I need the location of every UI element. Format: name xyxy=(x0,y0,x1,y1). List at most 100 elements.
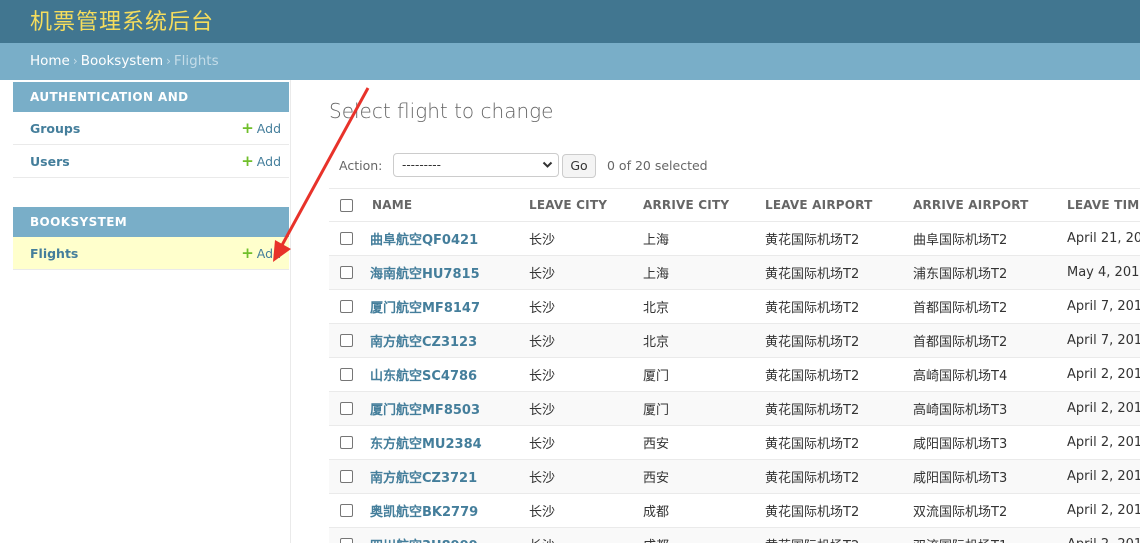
sidebar-item-label[interactable]: Groups xyxy=(30,112,80,145)
flight-name-link[interactable]: 曲阜航空QF0421 xyxy=(361,222,529,256)
row-checkbox-cell[interactable] xyxy=(329,426,361,460)
arrive-airport: 咸阳国际机场T3 xyxy=(913,471,1008,486)
column-header-leave-city[interactable]: LEAVE CITY xyxy=(529,189,643,222)
flight-name-link[interactable]: 奥凯航空BK2779 xyxy=(361,494,529,528)
flight-name-link[interactable]: 南方航空CZ3721 xyxy=(361,460,529,494)
select-all-checkbox[interactable] xyxy=(340,199,353,212)
action-select[interactable]: --------- xyxy=(393,153,559,177)
sidebar-item-users[interactable]: Users + Add xyxy=(13,145,289,178)
table-row[interactable]: 南方航空CZ3721 长沙 西安 黄花国际机场T2 咸阳国际机场T3 April 2, 2… xyxy=(329,459,1140,494)
table-row[interactable]: 南方航空CZ3123 长沙 北京 黄花国际机场T2 首都国际机场T2 April 7, 2… xyxy=(329,323,1140,358)
table-row[interactable]: 海南航空HU7815 长沙 上海 黄花国际机场T2 浦东国际机场T2 May 4, 201… xyxy=(329,255,1140,290)
leave-airport: 黄花国际机场T2 xyxy=(765,403,860,418)
breadcrumb-home[interactable]: Home xyxy=(30,53,70,69)
leave-city: 长沙 xyxy=(529,471,556,486)
sidebar-item-label[interactable]: Flights xyxy=(30,237,78,270)
row-checkbox-cell[interactable] xyxy=(329,290,361,324)
leave-time: April 2, 2017, xyxy=(1067,367,1140,382)
leave-airport: 黄花国际机场T2 xyxy=(765,505,860,520)
leave-time: April 7, 2017, xyxy=(1067,333,1140,348)
sidebar-item-groups[interactable]: Groups + Add xyxy=(13,112,289,145)
module-booksystem: BOOKSYSTEM Flights + Add xyxy=(13,207,289,270)
row-checkbox-cell[interactable] xyxy=(329,392,361,426)
flight-name-link[interactable]: 厦门航空MF8503 xyxy=(361,392,529,426)
breadcrumb-separator: › xyxy=(72,54,78,68)
leave-city: 长沙 xyxy=(529,403,556,418)
leave-city: 长沙 xyxy=(529,528,643,543)
sidebar-item-label[interactable]: Users xyxy=(30,145,70,178)
flight-name-link[interactable]: 四川航空3U8999 xyxy=(361,528,529,543)
flight-name-link[interactable]: 海南航空HU7815 xyxy=(361,256,529,290)
row-checkbox[interactable] xyxy=(340,470,353,483)
breadcrumb-current: Flights xyxy=(173,53,219,69)
leave-city: 长沙 xyxy=(529,335,556,350)
flight-name-link[interactable]: 东方航空MU2384 xyxy=(361,426,529,460)
site-title[interactable]: 机票管理系统后台 xyxy=(30,4,214,36)
leave-time: April 2, 2017, xyxy=(1067,435,1140,450)
row-checkbox[interactable] xyxy=(340,538,353,543)
row-checkbox-cell[interactable] xyxy=(329,324,361,358)
leave-airport: 黄花国际机场T2 xyxy=(765,369,860,384)
arrive-airport: 高崎国际机场T3 xyxy=(913,403,1008,418)
column-header-leave-time[interactable]: LEAVE TIME xyxy=(1067,189,1140,222)
go-button[interactable]: Go xyxy=(562,154,596,178)
row-checkbox[interactable] xyxy=(340,334,353,347)
leave-city: 长沙 xyxy=(529,505,556,520)
row-checkbox[interactable] xyxy=(340,402,353,415)
row-checkbox[interactable] xyxy=(340,436,353,449)
selected-count: 0 of 20 selected xyxy=(607,158,708,173)
add-flight-link[interactable]: + Add xyxy=(241,237,281,270)
leave-city: 长沙 xyxy=(529,301,556,316)
row-checkbox[interactable] xyxy=(340,232,353,245)
row-checkbox-cell[interactable] xyxy=(329,494,361,528)
table-row[interactable]: 山东航空SC4786 长沙 厦门 黄花国际机场T2 高崎国际机场T4 April 2, 2… xyxy=(329,358,1140,392)
leave-time: April 7, 2017, xyxy=(1067,299,1140,314)
arrive-airport: 首都国际机场T2 xyxy=(913,301,1008,316)
flight-name-link[interactable]: 厦门航空MF8147 xyxy=(361,290,529,324)
column-header-name[interactable]: NAME xyxy=(361,189,529,222)
row-checkbox[interactable] xyxy=(340,368,353,381)
plus-icon: + xyxy=(241,244,254,262)
leave-time: April 2, 2017, xyxy=(1067,528,1140,543)
leave-city: 长沙 xyxy=(529,233,556,248)
row-checkbox-cell[interactable] xyxy=(329,256,361,290)
row-checkbox-cell[interactable] xyxy=(329,528,361,543)
breadcrumb-booksystem[interactable]: Booksystem xyxy=(81,53,163,69)
breadcrumb: Home › Booksystem › Flights xyxy=(0,43,1140,80)
arrive-city: 成都 xyxy=(643,528,765,543)
row-checkbox-cell[interactable] xyxy=(329,222,361,256)
leave-airport: 黄花国际机场T2 xyxy=(765,301,860,316)
arrive-city: 北京 xyxy=(643,335,670,350)
arrive-city: 厦门 xyxy=(643,369,670,384)
table-row[interactable]: 奥凯航空BK2779 长沙 成都 黄花国际机场T2 双流国际机场T2 April 2, 2… xyxy=(329,494,1140,528)
row-checkbox[interactable] xyxy=(340,300,353,313)
add-user-link[interactable]: + Add xyxy=(241,145,281,178)
arrive-city: 厦门 xyxy=(643,403,670,418)
row-checkbox[interactable] xyxy=(340,504,353,517)
table-row[interactable]: 四川航空3U8999长沙成都黄花国际机场T2双流国际机场T1April 2, 2… xyxy=(329,527,1140,543)
table-header-row: NAME LEAVE CITY ARRIVE CITY LEAVE AIRPOR… xyxy=(329,188,1140,222)
arrive-airport: 浦东国际机场T2 xyxy=(913,267,1008,282)
action-label: Action: xyxy=(339,158,383,173)
leave-airport: 黄花国际机场T2 xyxy=(765,267,860,282)
module-caption-booksystem[interactable]: BOOKSYSTEM xyxy=(13,207,289,237)
table-row[interactable]: 厦门航空MF8503 长沙 厦门 黄花国际机场T2 高崎国际机场T3 April 2, 2… xyxy=(329,391,1140,426)
table-row[interactable]: 曲阜航空QF0421 长沙 上海 黄花国际机场T2 曲阜国际机场T2 April 21, … xyxy=(329,222,1140,256)
row-checkbox-cell[interactable] xyxy=(329,460,361,494)
row-checkbox-cell[interactable] xyxy=(329,358,361,392)
column-header-arrive-city[interactable]: ARRIVE CITY xyxy=(643,189,765,222)
add-group-link[interactable]: + Add xyxy=(241,112,281,145)
table-row[interactable]: 东方航空MU2384 长沙 西安 黄花国际机场T2 咸阳国际机场T3 April 2, 2… xyxy=(329,426,1140,460)
arrive-airport: 双流国际机场T2 xyxy=(913,505,1008,520)
sidebar-item-flights[interactable]: Flights + Add xyxy=(13,237,289,270)
leave-airport: 黄花国际机场T2 xyxy=(765,437,860,452)
flight-name-link[interactable]: 南方航空CZ3123 xyxy=(361,324,529,358)
row-checkbox[interactable] xyxy=(340,266,353,279)
module-caption-auth[interactable]: AUTHENTICATION AND AUTHORIZATION xyxy=(13,82,289,134)
table-row[interactable]: 厦门航空MF8147 长沙 北京 黄花国际机场T2 首都国际机场T2 April 7, 2… xyxy=(329,290,1140,324)
column-header-leave-airport[interactable]: LEAVE AIRPORT xyxy=(765,189,913,222)
flight-name-link[interactable]: 山东航空SC4786 xyxy=(361,358,529,392)
column-header-arrive-airport[interactable]: ARRIVE AIRPORT xyxy=(913,189,1067,222)
site-header: 机票管理系统后台 xyxy=(0,0,1140,43)
select-all-checkbox-cell[interactable] xyxy=(329,189,361,222)
